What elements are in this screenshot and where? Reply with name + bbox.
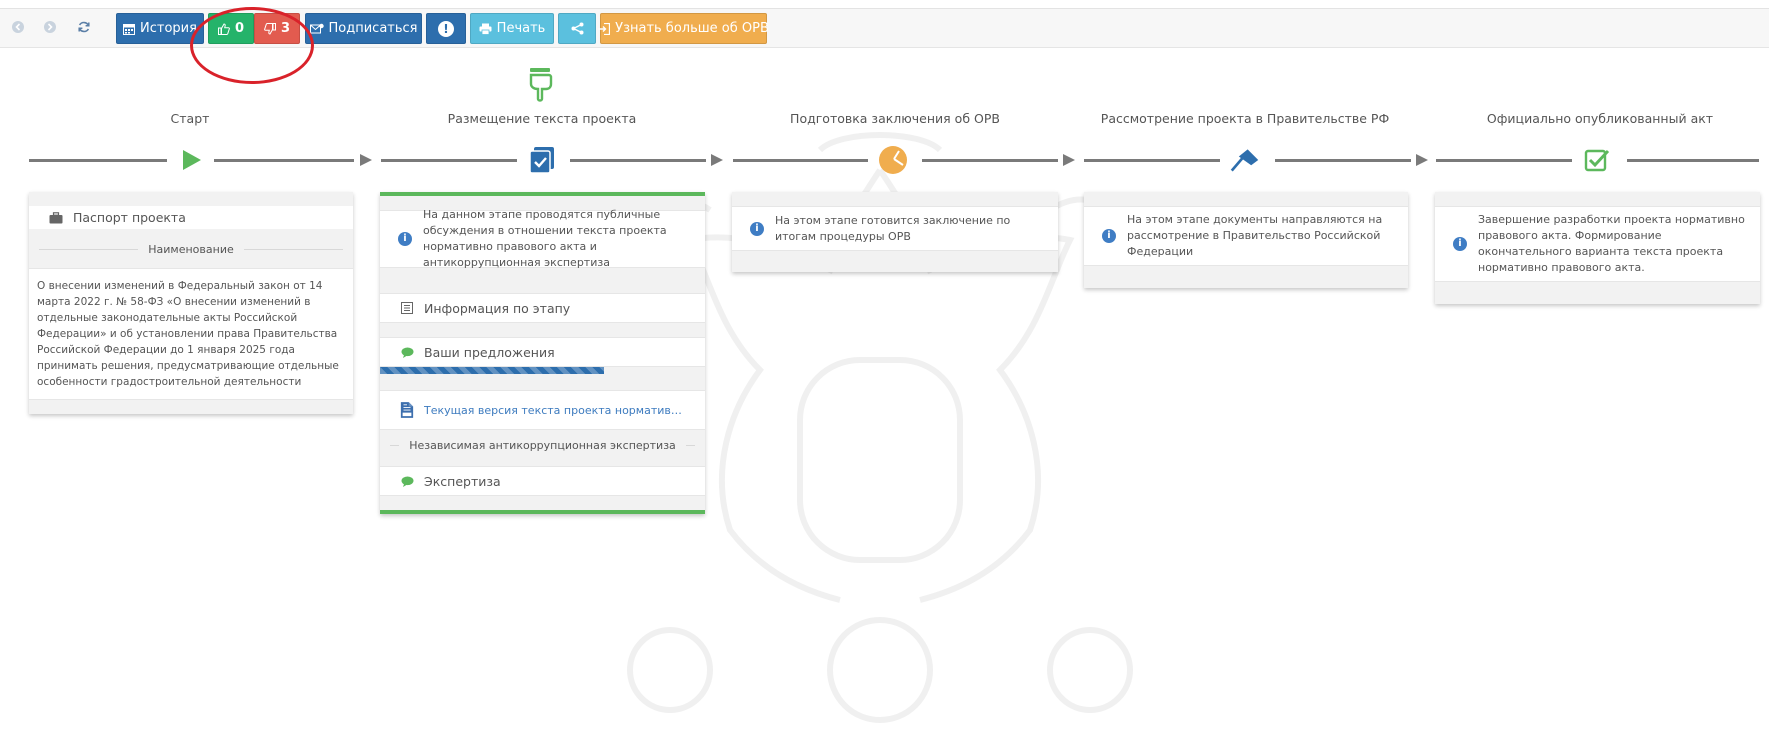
timeline-line bbox=[1084, 159, 1220, 162]
card-bottom-bar bbox=[380, 510, 705, 514]
name-label: Наименование bbox=[39, 243, 343, 256]
arrow-left-icon bbox=[12, 21, 24, 33]
forward-button[interactable] bbox=[40, 19, 60, 39]
refresh-icon bbox=[78, 21, 90, 33]
info-icon: i bbox=[1453, 237, 1467, 251]
report-button[interactable]: ! bbox=[426, 13, 466, 44]
check-square-icon[interactable] bbox=[1582, 145, 1612, 175]
doc-file-icon bbox=[400, 400, 414, 420]
timeline-line bbox=[381, 159, 517, 162]
calendar-icon bbox=[123, 23, 136, 35]
share-button[interactable] bbox=[558, 13, 596, 44]
publication-stage-card: i На данном этапе проводятся публичные о… bbox=[380, 192, 705, 514]
timeline-arrow bbox=[360, 154, 372, 166]
orv-stage-card: i На этом этапе готовится заключение по … bbox=[732, 192, 1058, 272]
stage-info: i На этом этапе документы направляются н… bbox=[1084, 206, 1408, 266]
briefcase-icon bbox=[49, 211, 63, 224]
stage-title-start: Старт bbox=[170, 111, 210, 126]
learn-more-button[interactable]: Узнать больше об ОРВ bbox=[598, 13, 769, 44]
timeline-line bbox=[570, 159, 706, 162]
comment-icon bbox=[400, 347, 414, 358]
passport-header[interactable]: Паспорт проекта bbox=[29, 206, 353, 229]
timeline-line bbox=[214, 159, 354, 162]
pie-chart-icon[interactable] bbox=[878, 145, 908, 175]
stage-title-government: Рассмотрение проекта в Правительстве РФ bbox=[1100, 111, 1390, 126]
info-icon: i bbox=[1102, 229, 1116, 243]
info-icon: i bbox=[750, 221, 764, 236]
expertise-link[interactable]: Экспертиза bbox=[380, 466, 705, 496]
stage-info: i На данном этапе проводятся публичные о… bbox=[380, 208, 705, 269]
passport-card: Паспорт проекта Наименование О внесении … bbox=[29, 192, 353, 414]
share-icon bbox=[571, 22, 584, 35]
play-icon[interactable] bbox=[176, 145, 206, 175]
government-stage-card: i На этом этапе документы направляются н… bbox=[1084, 192, 1408, 288]
timeline-line bbox=[733, 159, 868, 162]
timeline-line bbox=[1627, 159, 1759, 162]
arrow-right-icon bbox=[44, 21, 56, 33]
timeline-arrow bbox=[1063, 154, 1075, 166]
card-top-bar bbox=[380, 192, 705, 196]
alert-icon: ! bbox=[438, 20, 454, 37]
timeline-arrow bbox=[1416, 154, 1428, 166]
info-icon: i bbox=[398, 232, 412, 246]
hand-pointing-down-icon bbox=[525, 66, 555, 104]
refresh-button[interactable] bbox=[74, 19, 94, 39]
annotation-circle bbox=[190, 7, 314, 84]
stage-info: i На этом этапе готовится заключение по … bbox=[732, 206, 1058, 251]
back-button[interactable] bbox=[8, 19, 28, 39]
comment-icon bbox=[400, 476, 414, 487]
current-version-link[interactable]: Текущая версия текста проекта нормативно… bbox=[380, 390, 705, 430]
official-act-stage-card: i Завершение разработки проекта норматив… bbox=[1435, 192, 1760, 304]
stage-info: i Завершение разработки проекта норматив… bbox=[1435, 206, 1760, 282]
timeline-line bbox=[1436, 159, 1572, 162]
subscribe-button[interactable]: Подписаться bbox=[305, 13, 422, 44]
stage-title-orv: Подготовка заключения об ОРВ bbox=[790, 111, 1000, 126]
printer-icon bbox=[479, 23, 492, 35]
timeline-line bbox=[922, 159, 1058, 162]
print-button[interactable]: Печать bbox=[470, 13, 554, 44]
timeline-line bbox=[1275, 159, 1411, 162]
expertise-label: Независимая антикоррупционная экспертиза bbox=[390, 439, 695, 452]
sign-in-icon bbox=[598, 22, 611, 35]
stage-title-publication: Размещение текста проекта bbox=[447, 111, 637, 126]
stage-info-link[interactable]: Информация по этапу bbox=[380, 293, 705, 323]
timeline-arrow bbox=[711, 154, 723, 166]
proposals-progress bbox=[380, 367, 605, 374]
list-icon bbox=[400, 302, 414, 314]
check-document-icon[interactable] bbox=[527, 145, 557, 175]
envelope-icon bbox=[309, 23, 324, 35]
project-name: О внесении изменений в Федеральный закон… bbox=[29, 268, 353, 400]
stage-title-official-act: Официально опубликованный акт bbox=[1486, 111, 1714, 126]
timeline-line bbox=[29, 159, 167, 162]
proposals-link[interactable]: Ваши предложения bbox=[380, 337, 705, 367]
gavel-icon[interactable] bbox=[1230, 145, 1260, 175]
